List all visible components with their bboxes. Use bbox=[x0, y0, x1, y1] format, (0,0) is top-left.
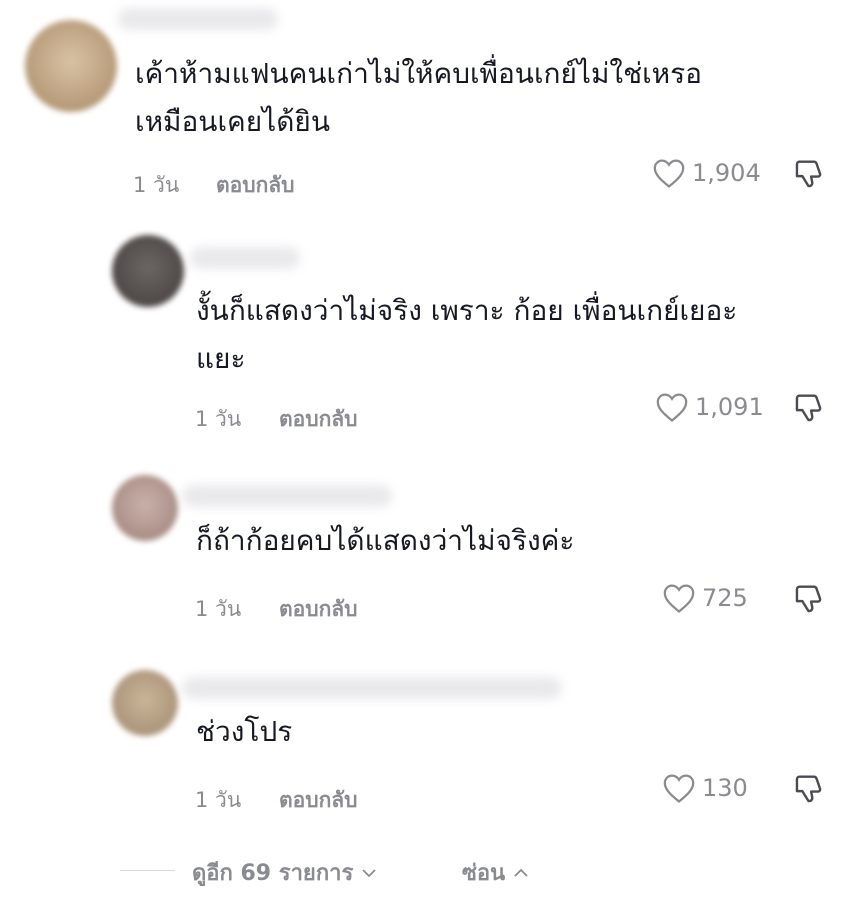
thumbs-down-icon[interactable] bbox=[792, 157, 826, 191]
heart-outline-icon bbox=[663, 584, 695, 613]
hide-label: ซ่อน bbox=[462, 861, 506, 886]
comment-3: ก็ถ้าก้อยคบได้แสดงว่าไม่จริงค่ะ 1 วัน ตอ… bbox=[0, 470, 858, 630]
comment-4: ช่วงโปร 1 วัน ตอบกลับ 130 bbox=[0, 665, 858, 825]
heart-outline-icon bbox=[663, 774, 695, 803]
comment-text: เค้าห้ามแฟนคนเก่าไม่ให้คบเพื่อนเกย์ไม่ใช… bbox=[135, 57, 702, 138]
divider bbox=[120, 870, 175, 871]
comment-time: 1 วัน bbox=[195, 407, 242, 431]
reply-button[interactable]: ตอบกลับ bbox=[279, 784, 358, 817]
username-blurred[interactable] bbox=[118, 8, 278, 30]
hide-replies-button[interactable]: ซ่อน bbox=[462, 855, 529, 890]
heart-outline-icon bbox=[653, 159, 685, 188]
like-button[interactable]: 725 bbox=[662, 582, 748, 614]
like-count: 1,904 bbox=[692, 159, 761, 187]
view-more-replies-button[interactable]: ดูอีก 69 รายการ bbox=[192, 855, 377, 890]
reply-button[interactable]: ตอบกลับ bbox=[279, 403, 358, 436]
like-button[interactable]: 1,091 bbox=[655, 391, 764, 423]
comment-text: งั้นก็แสดงว่าไม่จริง เพราะ ก้อย เพื่อนเก… bbox=[196, 294, 738, 375]
view-more-label: ดูอีก 69 รายการ bbox=[192, 861, 354, 886]
chevron-up-icon bbox=[514, 868, 528, 877]
avatar[interactable] bbox=[25, 20, 117, 112]
comment-time: 1 วัน bbox=[195, 597, 242, 621]
comment-text: ก็ถ้าก้อยคบได้แสดงว่าไม่จริงค่ะ bbox=[196, 524, 575, 557]
reply-button[interactable]: ตอบกลับ bbox=[279, 593, 358, 626]
comment-time: 1 วัน bbox=[195, 788, 242, 812]
avatar[interactable] bbox=[112, 670, 178, 736]
like-count: 130 bbox=[702, 774, 748, 802]
avatar[interactable] bbox=[112, 475, 178, 541]
replies-footer: ดูอีก 69 รายการ ซ่อน bbox=[0, 845, 858, 895]
comment-2: งั้นก็แสดงว่าไม่จริง เพราะ ก้อย เพื่อนเก… bbox=[0, 225, 858, 435]
heart-outline-icon bbox=[656, 393, 688, 422]
chevron-down-icon bbox=[362, 868, 376, 877]
comment-text: ช่วงโปร bbox=[196, 715, 293, 748]
username-blurred[interactable] bbox=[182, 677, 562, 699]
like-count: 1,091 bbox=[695, 393, 764, 421]
thumbs-down-icon[interactable] bbox=[792, 582, 826, 616]
thumbs-down-icon[interactable] bbox=[792, 391, 826, 425]
like-button[interactable]: 130 bbox=[662, 772, 748, 804]
comment-1: เค้าห้ามแฟนคนเก่าไม่ให้คบเพื่อนเกย์ไม่ใช… bbox=[0, 0, 858, 210]
like-count: 725 bbox=[702, 584, 748, 612]
reply-button[interactable]: ตอบกลับ bbox=[216, 169, 295, 202]
avatar[interactable] bbox=[112, 235, 184, 307]
username-blurred[interactable] bbox=[182, 485, 392, 507]
like-button[interactable]: 1,904 bbox=[652, 157, 761, 189]
thumbs-down-icon[interactable] bbox=[792, 772, 826, 806]
username-blurred[interactable] bbox=[190, 247, 300, 269]
comment-time: 1 วัน bbox=[133, 173, 180, 197]
